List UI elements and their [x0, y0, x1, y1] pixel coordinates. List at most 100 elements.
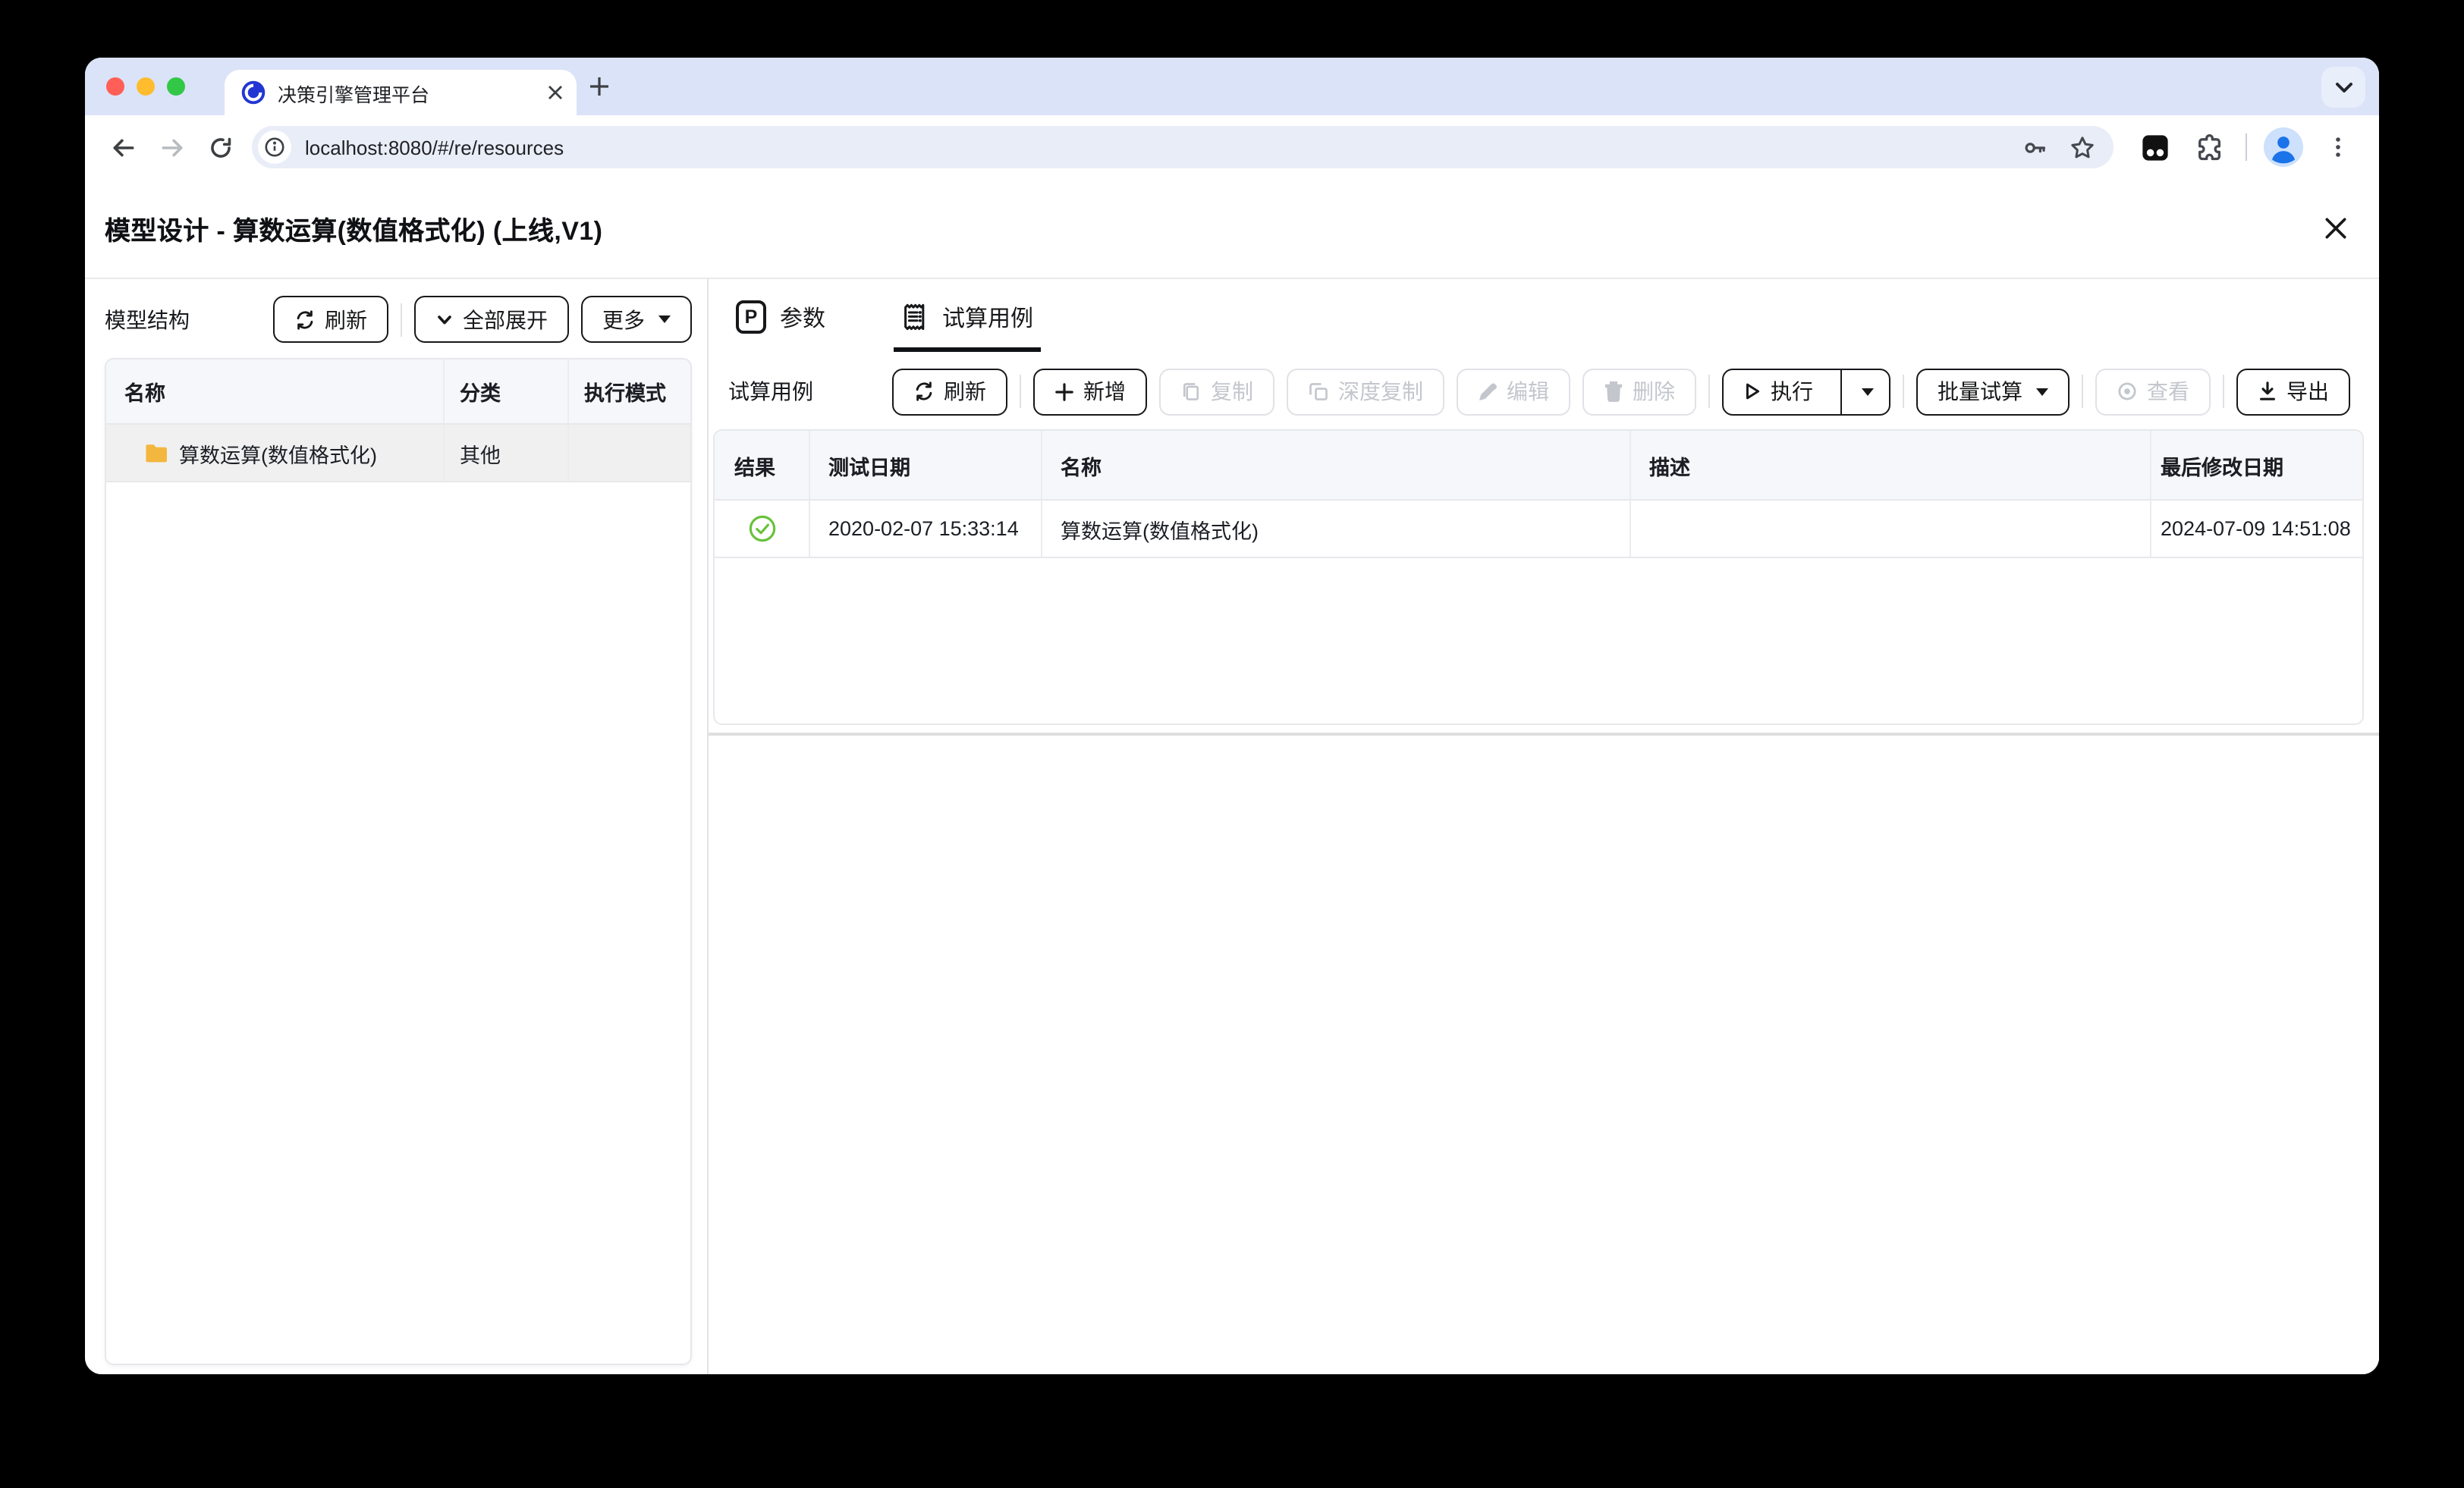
window-zoom-button[interactable]	[167, 77, 185, 96]
window-close-button[interactable]	[106, 77, 124, 96]
view-icon	[2118, 382, 2136, 400]
deep-copy-label: 深度复制	[1338, 379, 1423, 403]
column-header-result: 结果	[734, 456, 775, 479]
run-button[interactable]: 执行	[1724, 369, 1831, 413]
forward-icon[interactable]	[149, 124, 194, 170]
refresh-icon	[916, 381, 932, 401]
site-info-icon[interactable]	[258, 130, 291, 164]
tree-row-exec-cell	[567, 425, 690, 481]
tree-node-label: 算数运算(数值格式化)	[179, 444, 377, 466]
case-table-empty-area	[715, 558, 2362, 724]
tab-close-icon[interactable]	[548, 85, 563, 100]
browser-toolbar: localhost:8080/#/re/resources	[85, 115, 2379, 179]
pencil-icon	[1479, 382, 1498, 400]
button-group-divider	[1903, 375, 1904, 408]
model-structure-title: 模型结构	[105, 307, 190, 331]
batch-run-label: 批量试算	[1938, 379, 2022, 403]
name-cell: 算数运算(数值格式化)	[1041, 501, 1630, 557]
add-button[interactable]: 新增	[1033, 368, 1147, 415]
caret-down-icon	[2036, 388, 2048, 395]
copy-label: 复制	[1211, 379, 1253, 403]
tab-params[interactable]: P 参数	[728, 287, 833, 352]
page-title: 模型设计 - 算数运算(数值格式化) (上线,V1)	[105, 217, 603, 246]
test-date-cell: 2020-02-07 15:33:14	[809, 501, 1041, 557]
password-key-icon[interactable]	[2022, 134, 2048, 160]
batch-run-button[interactable]: 批量试算	[1916, 368, 2070, 415]
chevron-down-icon	[2335, 82, 2352, 92]
tab-test-cases[interactable]: 试算用例	[894, 287, 1042, 352]
column-header-name: 名称	[124, 382, 165, 405]
export-label: 导出	[2286, 379, 2329, 403]
column-header-test-date: 测试日期	[809, 431, 1041, 499]
toolbar-divider	[2246, 133, 2247, 161]
reload-icon[interactable]	[197, 124, 243, 170]
view-label: 查看	[2147, 379, 2189, 403]
download-icon	[2260, 381, 2275, 400]
new-tab-button[interactable]	[577, 58, 622, 115]
back-icon[interactable]	[100, 124, 146, 170]
column-header-exec-mode: 执行模式	[567, 359, 690, 423]
column-header-last-modified: 最后修改日期	[2150, 431, 2362, 499]
copy-icon	[1183, 383, 1199, 400]
tree-row[interactable]: 算数运算(数值格式化) 其他	[106, 425, 690, 482]
tab-search-button[interactable]	[2321, 67, 2365, 108]
edit-label: 编辑	[1507, 379, 1549, 403]
browser-window: 决策引擎管理平台 localhost:8080/#/re/resources 模…	[85, 58, 2379, 1374]
test-case-actions: 刷新 新增 复制 深度复制 编辑 删除 执行 批量试算 查看 导出	[892, 368, 2350, 415]
test-case-toolbar: 试算用例 刷新 新增 复制 深度复制 编辑 删除 执行 批量试算 查看 导出	[709, 363, 2379, 420]
tree-refresh-button[interactable]: 刷新	[273, 296, 388, 343]
kebab-menu-icon[interactable]	[2317, 126, 2359, 168]
button-group-divider	[2082, 375, 2083, 408]
expand-all-button[interactable]: 全部展开	[414, 296, 569, 343]
window-controls	[106, 58, 185, 115]
run-dropdown-button[interactable]	[1840, 369, 1889, 413]
deep-copy-button[interactable]: 深度复制	[1287, 368, 1444, 415]
tab-test-cases-label: 试算用例	[942, 306, 1034, 331]
extensions-puzzle-icon[interactable]	[2188, 126, 2230, 168]
export-button[interactable]: 导出	[2236, 368, 2350, 415]
view-button[interactable]: 查看	[2095, 368, 2211, 415]
copy-button[interactable]: 复制	[1159, 368, 1274, 415]
workspace-empty-area	[709, 736, 2379, 1374]
workspace-panel: P 参数 试算用例 试算用例 刷新 新增 复制 深度复制 编辑 删除 执行 批量…	[709, 279, 2379, 1374]
case-refresh-button[interactable]: 刷新	[892, 368, 1007, 415]
site-favicon	[241, 80, 266, 105]
model-structure-panel: 模型结构 刷新 全部展开 更多 名称 分类 执行模式 算数运算(数值格式化) 其…	[85, 279, 709, 1374]
table-row[interactable]: 2020-02-07 15:33:14 算数运算(数值格式化) 2024-07-…	[715, 501, 2362, 558]
last-modified-cell: 2024-07-09 14:51:08	[2150, 501, 2362, 557]
column-header-category: 分类	[443, 359, 567, 423]
delete-label: 删除	[1633, 379, 1675, 403]
add-label: 新增	[1083, 379, 1126, 403]
desktop-background: 决策引擎管理平台 localhost:8080/#/re/resources 模…	[0, 0, 2464, 1488]
browser-tab[interactable]: 决策引擎管理平台	[225, 70, 577, 115]
edit-button[interactable]: 编辑	[1457, 368, 1570, 415]
address-bar[interactable]: localhost:8080/#/re/resources	[252, 126, 2114, 168]
tab-title: 决策引擎管理平台	[278, 84, 430, 105]
expand-all-label: 全部展开	[463, 307, 548, 331]
refresh-icon	[297, 309, 313, 329]
profile-avatar[interactable]	[2262, 126, 2305, 168]
page-close-icon[interactable]	[2317, 210, 2353, 246]
button-group-divider	[1708, 375, 1710, 408]
url-text[interactable]: localhost:8080/#/re/resources	[305, 136, 2001, 159]
section-title: 试算用例	[728, 379, 813, 403]
app-page: 模型设计 - 算数运算(数值格式化) (上线,V1) 模型结构 刷新 全部展开 …	[85, 179, 2379, 1374]
description-cell	[1630, 501, 2150, 557]
tab-params-label: 参数	[780, 306, 826, 331]
dark-extension-icon[interactable]	[2133, 126, 2176, 168]
window-minimize-button[interactable]	[137, 77, 155, 96]
tree-refresh-label: 刷新	[325, 307, 367, 331]
more-label: 更多	[602, 307, 645, 331]
caret-down-icon	[1862, 388, 1874, 395]
page-header: 模型设计 - 算数运算(数值格式化) (上线,V1)	[85, 179, 2379, 279]
caret-down-icon	[658, 315, 671, 323]
success-check-icon	[748, 515, 775, 542]
bookmark-star-icon[interactable]	[2070, 134, 2095, 160]
workspace-tabs: P 参数 试算用例	[709, 287, 2379, 352]
case-table-header: 结果 测试日期 名称 描述 最后修改日期	[715, 431, 2362, 501]
delete-button[interactable]: 删除	[1582, 368, 1696, 415]
plus-icon	[1055, 382, 1073, 400]
chevron-down-icon	[438, 315, 451, 324]
more-button[interactable]: 更多	[581, 296, 692, 343]
column-header-name: 名称	[1041, 431, 1630, 499]
